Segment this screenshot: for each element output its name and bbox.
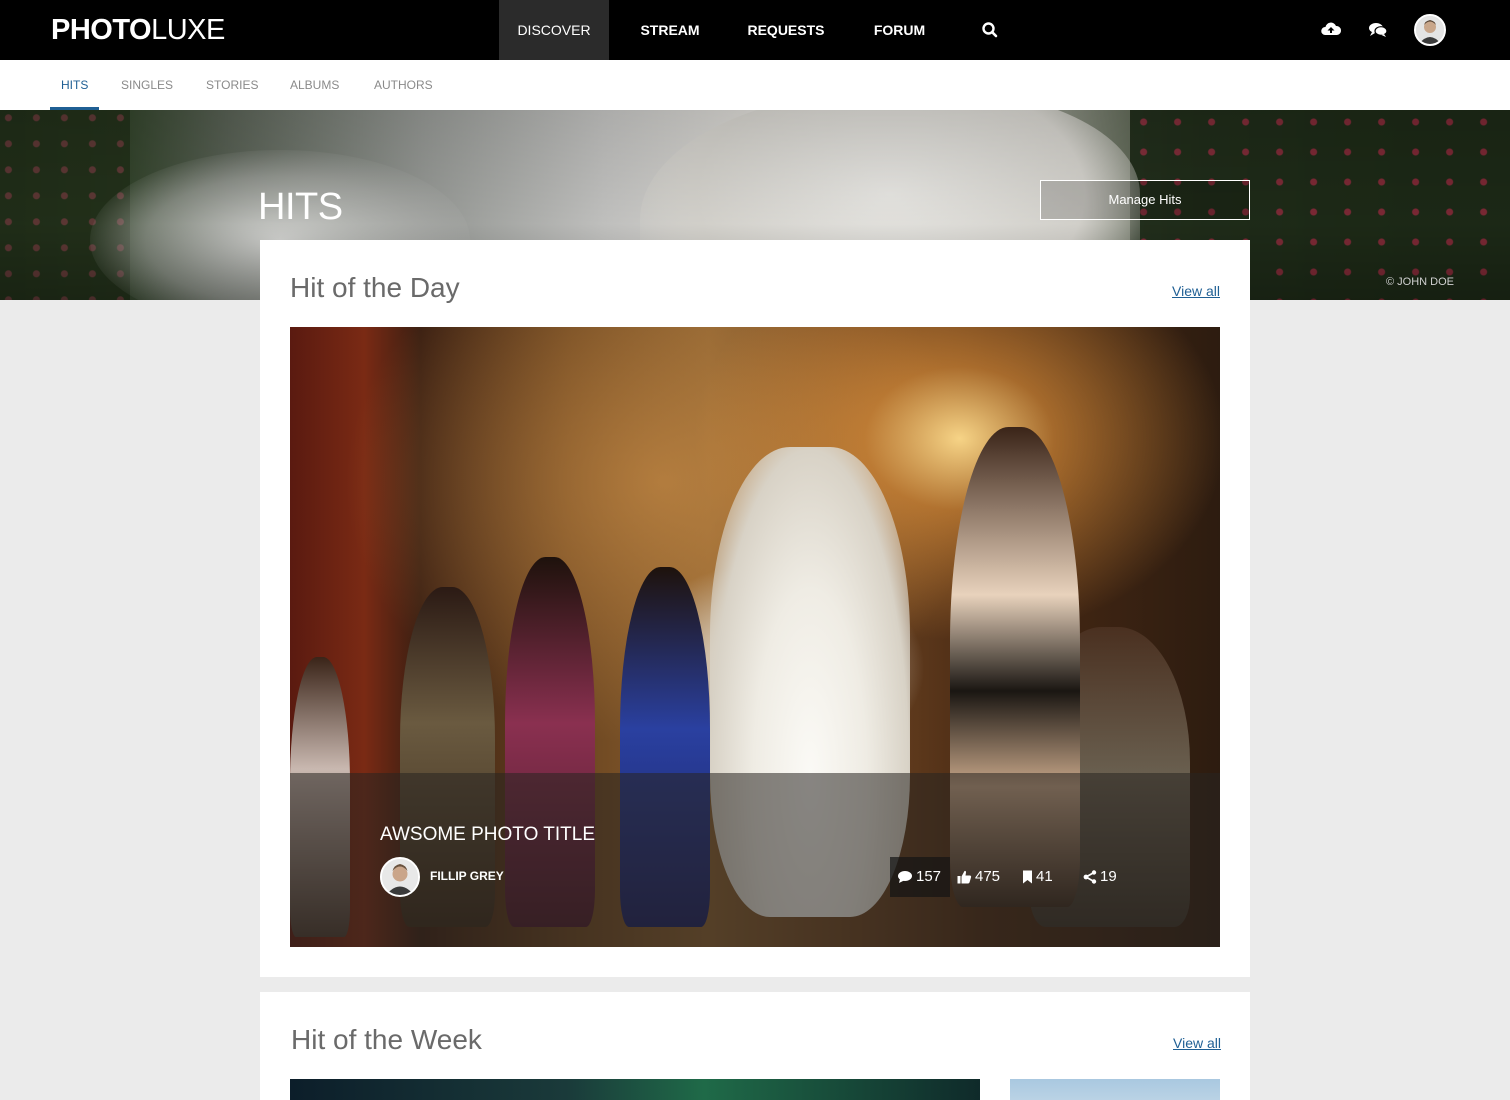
week-photo-main[interactable] bbox=[290, 1079, 980, 1100]
brand-logo-light: LUXE bbox=[151, 14, 225, 46]
user-avatar[interactable] bbox=[1414, 14, 1446, 46]
photo-title[interactable]: AWSOME PHOTO TITLE bbox=[380, 824, 595, 846]
tab-hits[interactable]: HITS bbox=[50, 60, 100, 110]
view-all-link[interactable]: View all bbox=[1173, 1035, 1221, 1051]
nav-item-forum[interactable]: FORUM bbox=[841, 0, 958, 60]
comment-icon bbox=[898, 871, 912, 883]
brand-logo[interactable]: PHOTOLUXE bbox=[51, 14, 225, 47]
likes-count: 475 bbox=[975, 868, 1001, 885]
section-title: Hit of the Day bbox=[290, 272, 460, 303]
cloud-upload-icon[interactable] bbox=[1320, 20, 1342, 40]
top-navbar: PHOTOLUXE DISCOVER STREAM REQUESTS FORUM bbox=[0, 0, 1510, 60]
comments-stat[interactable]: 157 bbox=[890, 857, 950, 897]
tab-albums[interactable]: ALBUMS bbox=[290, 60, 339, 110]
shares-count: 19 bbox=[1100, 868, 1117, 885]
view-all-link[interactable]: View all bbox=[1172, 283, 1220, 299]
section-title: Hit of the Week bbox=[291, 1024, 482, 1055]
saves-count: 41 bbox=[1036, 868, 1053, 885]
thumbs-up-icon bbox=[957, 870, 972, 884]
chat-icon[interactable] bbox=[1367, 20, 1389, 40]
brand-logo-bold: PHOTO bbox=[51, 14, 152, 46]
author-name[interactable]: FILLIP GREY bbox=[430, 869, 504, 883]
nav-item-discover[interactable]: DISCOVER bbox=[499, 0, 609, 60]
hit-of-week-card: Hit of the Week View all bbox=[260, 992, 1250, 1100]
photo-credit: © JOHN DOE bbox=[1386, 276, 1454, 288]
author-avatar[interactable] bbox=[380, 857, 420, 897]
tab-singles[interactable]: SINGLES bbox=[121, 60, 173, 110]
page-title: HITS bbox=[258, 186, 343, 228]
bookmark-icon bbox=[1023, 870, 1032, 884]
saves-stat[interactable]: 41 bbox=[1022, 857, 1053, 897]
week-photo-side[interactable] bbox=[1010, 1079, 1220, 1100]
manage-hits-button[interactable]: Manage Hits bbox=[1040, 180, 1250, 220]
comments-count: 157 bbox=[916, 868, 942, 885]
share-icon bbox=[1083, 870, 1097, 884]
hit-of-day-card: Hit of the Day View all AWSOME PHOTO TIT… bbox=[260, 240, 1250, 977]
shares-stat[interactable]: 19 bbox=[1083, 857, 1117, 897]
nav-item-requests[interactable]: REQUESTS bbox=[731, 0, 841, 60]
tab-authors[interactable]: AUTHORS bbox=[374, 60, 433, 110]
photo-info-overlay bbox=[290, 773, 1220, 947]
nav-item-stream[interactable]: STREAM bbox=[609, 0, 731, 60]
sub-nav: HITS SINGLES STORIES ALBUMS AUTHORS bbox=[0, 60, 1510, 110]
main-nav: DISCOVER STREAM REQUESTS FORUM bbox=[499, 0, 958, 60]
search-icon[interactable] bbox=[980, 20, 1000, 40]
likes-stat[interactable]: 475 bbox=[957, 857, 1000, 897]
featured-photo[interactable]: AWSOME PHOTO TITLE FILLIP GREY 157 475 4… bbox=[290, 327, 1220, 947]
tab-stories[interactable]: STORIES bbox=[206, 60, 258, 110]
